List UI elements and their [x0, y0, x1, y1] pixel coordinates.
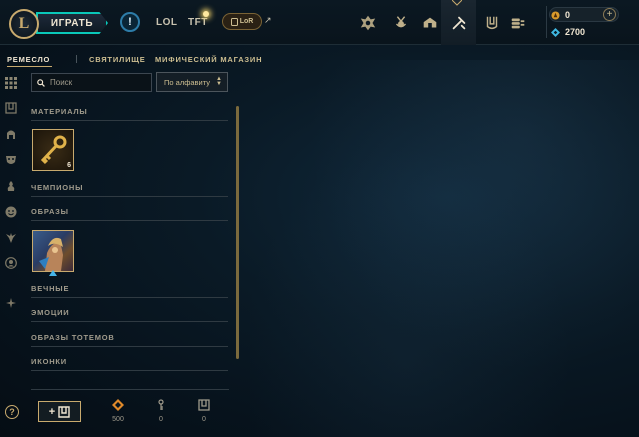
icon-icon[interactable] — [4, 256, 18, 270]
loot-subnav: РЕМЕСЛО СВЯТИЛИЩЕ МИФИЧЕСКИЙ МАГАЗИН — [0, 52, 639, 68]
play-button-label: ИГРАТЬ — [50, 17, 94, 29]
nav-lol[interactable]: LOL — [156, 17, 178, 28]
active-tab-underline — [7, 66, 52, 67]
section-materials[interactable]: МАТЕРИАЛЫ — [31, 107, 228, 121]
skin-mask-icon[interactable] — [4, 153, 18, 167]
subnav-divider — [76, 55, 77, 63]
emote-icon[interactable] — [4, 205, 18, 219]
riot-points-icon — [551, 10, 560, 20]
orange-essence-value: 500 — [112, 416, 124, 423]
rp-balance: 0 — [551, 10, 570, 20]
search-icon — [37, 78, 45, 87]
rp-value: 0 — [565, 10, 571, 20]
be-balance: 2700 — [551, 27, 585, 37]
help-button[interactable]: ? — [5, 405, 19, 419]
tab-crafting[interactable]: РЕМЕСЛО — [7, 55, 50, 64]
lor-button[interactable]: LoR — [222, 13, 262, 30]
section-icons[interactable]: ИКОНКИ — [31, 357, 228, 371]
orange-essence-stat: 500 — [103, 399, 133, 423]
skin-shard-item[interactable] — [32, 230, 74, 272]
sort-arrows-icon: ▲ ▼ — [216, 76, 222, 87]
logo-letter: L — [18, 15, 30, 32]
search-box[interactable] — [31, 73, 152, 92]
tft-notification-glow — [203, 11, 209, 17]
loot-icon[interactable] — [441, 0, 476, 45]
play-button[interactable]: ИГРАТЬ — [36, 12, 108, 34]
ward-icon[interactable] — [4, 179, 18, 193]
help-label: ? — [9, 407, 15, 417]
skin-tier-pip-icon — [49, 270, 57, 276]
tab-sanctum[interactable]: СВЯТИЛИЩЕ — [89, 55, 146, 64]
chest-stat: 0 — [189, 399, 219, 423]
chest-value: 0 — [202, 416, 206, 423]
clash-icon[interactable] — [350, 0, 385, 45]
active-tab-caret-icon — [452, 0, 462, 6]
key-fragment-value: 0 — [159, 416, 163, 423]
be-value: 2700 — [565, 27, 586, 37]
bottom-divider — [31, 389, 229, 390]
section-skins[interactable]: ОБРАЗЫ — [31, 207, 228, 221]
tab-mythic-shop[interactable]: МИФИЧЕСКИЙ МАГАЗИН — [155, 55, 262, 64]
alert-icon[interactable]: ! — [120, 12, 140, 32]
chest-icon — [58, 405, 70, 418]
orange-essence-icon — [112, 399, 124, 411]
key-fragment-icon — [158, 399, 164, 410]
league-logo-icon[interactable]: L — [9, 9, 39, 39]
section-emotes[interactable]: ЭМОЦИИ — [31, 308, 228, 322]
background-haze — [250, 60, 639, 437]
champion-icon[interactable] — [4, 127, 18, 141]
lor-label: LoR — [239, 18, 254, 25]
key-item[interactable]: 6 — [32, 129, 74, 171]
add-chest-button[interactable]: + — [38, 401, 81, 422]
lor-card-icon — [230, 17, 238, 26]
topbar-divider — [546, 6, 547, 38]
search-input[interactable] — [50, 78, 145, 87]
sort-label: По алфавиту — [164, 77, 210, 87]
add-label: + — [48, 405, 56, 418]
sort-dropdown[interactable]: По алфавиту ▲ ▼ — [156, 72, 228, 92]
totem-icon[interactable] — [4, 231, 18, 245]
nav-tft[interactable]: TFT — [188, 17, 208, 28]
section-ward-skins[interactable]: ОБРАЗЫ ТОТЕМОВ — [31, 333, 228, 347]
section-eternals[interactable]: ВЕЧНЫЕ — [31, 284, 228, 298]
section-champions[interactable]: ЧЕМПИОНЫ — [31, 183, 228, 197]
inventory-scrollbar[interactable] — [236, 106, 239, 359]
all-icon[interactable] — [4, 76, 18, 90]
blue-essence-icon — [551, 27, 560, 37]
key-count: 6 — [67, 162, 71, 169]
external-link-icon: ↗ — [264, 15, 272, 25]
add-rp-label: + — [606, 8, 613, 20]
alert-label: ! — [128, 16, 132, 28]
key-fragment-stat: 0 — [146, 399, 176, 423]
skin-portrait-icon — [39, 237, 63, 271]
currency-stack-icon[interactable] — [500, 0, 535, 45]
top-navigation-bar: ИГРАТЬ L ! LOL TFT LoR ↗ 0 + 2700 — [0, 0, 639, 45]
add-rp-button[interactable]: + — [603, 8, 616, 21]
other-icon[interactable] — [4, 296, 18, 310]
chest-count-icon — [198, 399, 210, 411]
chest-icon[interactable] — [4, 101, 18, 115]
